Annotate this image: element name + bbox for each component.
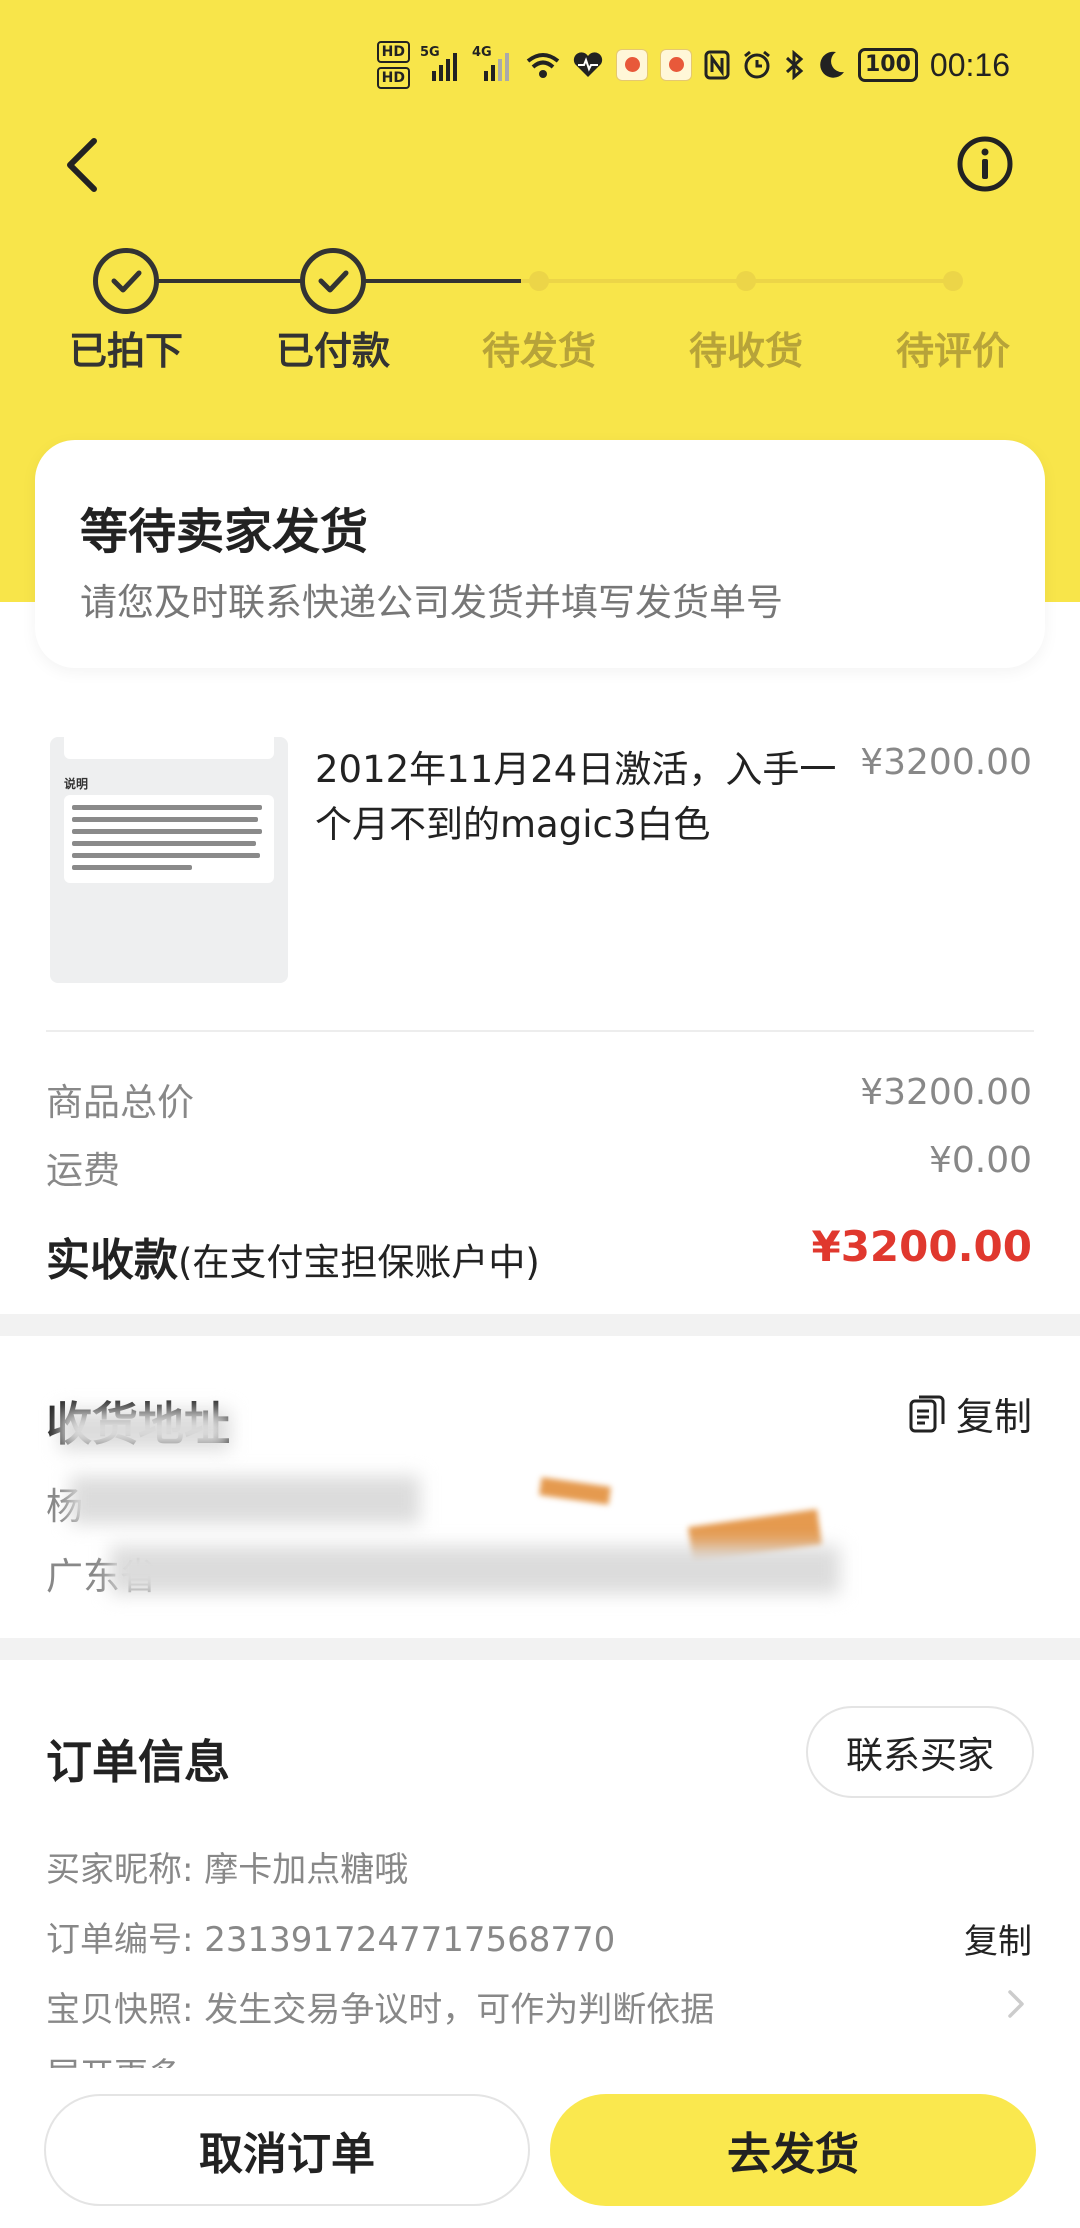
shipping-fee-label: 运费: [46, 1149, 120, 1192]
app-notification-icon: [615, 49, 648, 81]
contact-buyer-button[interactable]: 联系买家: [806, 1706, 1034, 1798]
shipping-fee-value: ¥0.00: [928, 1140, 1032, 1181]
back-icon[interactable]: [58, 135, 108, 195]
address-redaction: [110, 1546, 840, 1594]
info-icon[interactable]: [956, 135, 1014, 193]
step-dot: [943, 271, 963, 291]
battery-icon: 100: [857, 48, 918, 82]
section-divider: [0, 1638, 1080, 1660]
step-label: 待评价: [895, 329, 1010, 373]
buyer-nickname: 买家昵称: 摩卡加点糖哦: [46, 1850, 409, 1890]
copy-address-button[interactable]: 复制: [908, 1386, 1032, 1441]
status-bar: HD HD 5G 4G 100 00:16: [376, 30, 1010, 100]
signal-icon: 5G: [420, 45, 462, 81]
step-label: 已拍下: [68, 329, 183, 373]
redaction-mark: [539, 1477, 611, 1505]
section-divider: [0, 1314, 1080, 1336]
status-description: 请您及时联系快递公司发货并填写发货单号: [80, 581, 783, 624]
cancel-order-button[interactable]: 取消订单: [44, 2094, 530, 2206]
step-check-icon: [300, 248, 366, 314]
chevron-right-icon[interactable]: [1004, 1984, 1028, 2024]
step-dot: [529, 271, 549, 291]
wifi-icon: [526, 53, 560, 78]
app-notification-icon: [659, 49, 692, 81]
bluetooth-icon: [785, 50, 804, 80]
product-price: ¥3200.00: [860, 742, 1032, 783]
clock: 00:16: [929, 46, 1010, 83]
do-not-disturb-moon-icon: [820, 51, 844, 78]
step-label: 已付款: [275, 329, 390, 373]
ship-order-button[interactable]: 去发货: [550, 2094, 1036, 2206]
address-redaction: [60, 1410, 230, 1450]
copy-icon: [909, 1395, 945, 1432]
goods-total-label: 商品总价: [46, 1081, 194, 1124]
order-info-title: 订单信息: [46, 1735, 230, 1789]
copy-order-number-button[interactable]: 复制: [964, 1914, 1032, 1963]
received-amount-value: ¥3200.00: [811, 1222, 1032, 1271]
step-dot: [736, 271, 756, 291]
status-title: 等待卖家发货: [80, 504, 369, 560]
product-title[interactable]: 2012年11月24日激活，入手一个月不到的magic3白色: [315, 742, 855, 852]
step-label: 待收货: [688, 329, 803, 373]
order-status-card: 等待卖家发货 请您及时联系快递公司发货并填写发货单号: [35, 440, 1045, 668]
step-check-icon: [93, 248, 159, 314]
address-redaction: [70, 1476, 420, 1524]
product-thumbnail[interactable]: 说明: [50, 737, 288, 983]
received-amount-label: 实收款(在支付宝担保账户中): [46, 1235, 540, 1286]
hd-indicator: HD HD: [376, 41, 410, 89]
step-label: 待发货: [481, 329, 596, 373]
order-number: 订单编号: 2313917247717568770: [46, 1920, 616, 1960]
heart-rate-icon: [573, 52, 603, 77]
alarm-icon: [744, 50, 770, 79]
signal-icon: 4G: [472, 45, 514, 81]
nfc-icon: [704, 50, 730, 80]
item-snapshot-row[interactable]: 宝贝快照: 发生交易争议时，可作为判断依据: [46, 1982, 714, 2031]
goods-total-value: ¥3200.00: [860, 1072, 1032, 1113]
divider: [46, 1030, 1034, 1032]
